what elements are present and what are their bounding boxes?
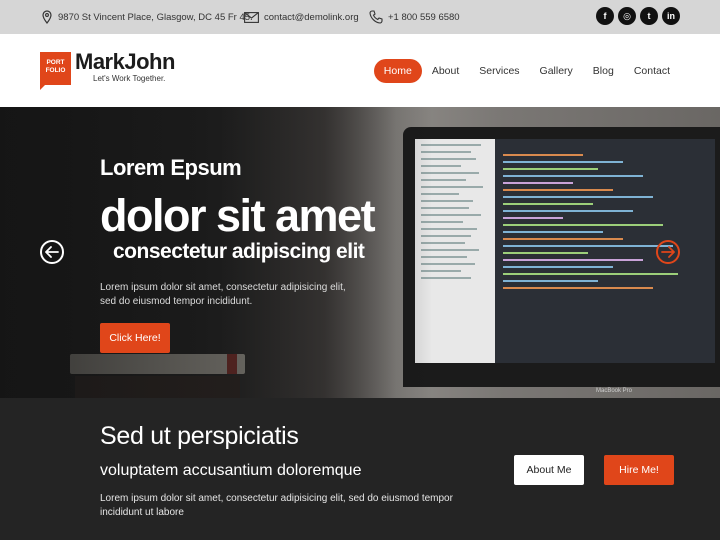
cta-subtitle: voluptatem accusantium doloremque — [100, 462, 362, 479]
hero-title: dolor sit amet — [100, 190, 376, 241]
arrow-left-icon — [45, 246, 59, 258]
email-text[interactable]: contact@demolink.org — [264, 12, 359, 23]
site-header: PORT FOLIO MarkJohn Let's Work Together.… — [0, 34, 720, 107]
logo-badge-line1: PORT — [46, 59, 65, 66]
twitter-icon[interactable]: t — [640, 7, 658, 25]
email-item[interactable]: contact@demolink.org — [244, 0, 359, 34]
cta-title: Sed ut perspiciatis — [100, 422, 299, 450]
facebook-icon[interactable]: f — [596, 7, 614, 25]
logo-name[interactable]: MarkJohn — [75, 49, 175, 75]
logo-badge-line2: FOLIO — [45, 67, 66, 74]
hero-description: Lorem ipsum dolor sit amet, consectetur … — [100, 282, 346, 307]
linkedin-icon[interactable]: in — [662, 7, 680, 25]
instagram-icon[interactable]: ◎ — [618, 7, 636, 25]
address-item: 9870 St Vincent Place, Glasgow, DC 45 Fr… — [41, 0, 253, 34]
envelope-icon — [244, 11, 259, 23]
address-text: 9870 St Vincent Place, Glasgow, DC 45 Fr… — [58, 11, 253, 23]
laptop-label: MacBook Pro — [596, 388, 633, 394]
nav-gallery[interactable]: Gallery — [530, 59, 583, 83]
logo-tagline: Let's Work Together. — [93, 74, 166, 83]
logo-badge[interactable]: PORT FOLIO — [40, 52, 71, 90]
phone-icon — [369, 10, 383, 24]
click-here-button[interactable]: Click Here! — [100, 323, 170, 353]
location-pin-icon — [42, 10, 52, 24]
nav-about[interactable]: About — [422, 59, 469, 83]
phone-text[interactable]: +1 800 559 6580 — [388, 12, 460, 23]
top-info-bar: 9870 St Vincent Place, Glasgow, DC 45 Fr… — [0, 0, 720, 34]
slider-next-button[interactable] — [656, 240, 680, 264]
nav-contact[interactable]: Contact — [624, 59, 680, 83]
social-links: f ◎ t in — [596, 7, 680, 25]
about-me-button[interactable]: About Me — [514, 455, 584, 485]
cta-section: Sed ut perspiciatis voluptatem accusanti… — [0, 398, 720, 540]
hire-me-button[interactable]: Hire Me! — [604, 455, 674, 485]
phone-item[interactable]: +1 800 559 6580 — [369, 0, 460, 34]
arrow-right-icon — [661, 246, 675, 258]
hero-subtitle: Lorem Epsum — [100, 155, 242, 180]
main-nav: Home About Services Gallery Blog Contact — [373, 59, 680, 83]
nav-home[interactable]: Home — [373, 59, 422, 83]
cta-description: Lorem ipsum dolor sit amet, consectetur … — [100, 493, 453, 518]
slider-prev-button[interactable] — [40, 240, 64, 264]
nav-services[interactable]: Services — [469, 59, 529, 83]
hero-title-line2: consectetur adipiscing elit — [113, 240, 365, 263]
nav-blog[interactable]: Blog — [583, 59, 624, 83]
